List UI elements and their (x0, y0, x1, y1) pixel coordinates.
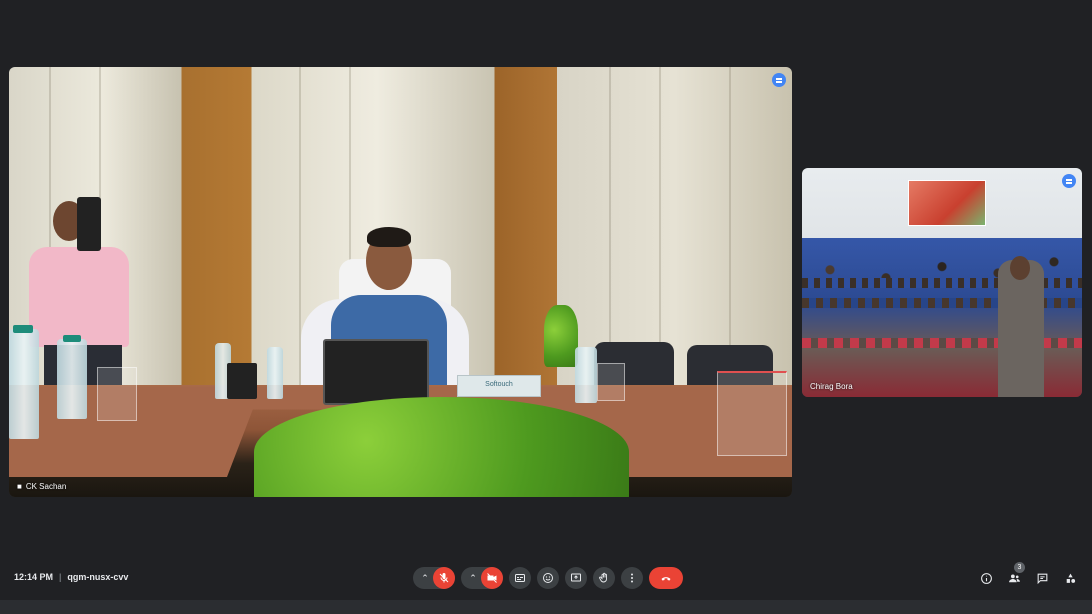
call-end-icon[interactable] (649, 567, 683, 589)
chevron-up-icon[interactable]: ⌃ (417, 567, 433, 589)
main-video-tile[interactable]: Softouch ■ CK Sachan (9, 67, 792, 497)
camera (77, 197, 101, 251)
participant-name-tag: ■ CK Sachan (17, 482, 66, 491)
side-video-tile[interactable]: Chirag Bora (802, 168, 1082, 397)
glass (717, 371, 787, 456)
participant-name-tag: Chirag Bora (810, 382, 853, 391)
standing-man (998, 260, 1044, 397)
more-vert-icon[interactable] (621, 567, 643, 589)
taskbar-strip (0, 600, 1092, 614)
raise-hand-icon[interactable] (593, 567, 615, 589)
people-icon[interactable]: 3 (1006, 562, 1025, 586)
call-controls: ⌃ ⌃ (413, 567, 683, 589)
meeting-toolbar: 12:14 PM | qgm-nusx-cvv ⌃ ⌃ 3 (0, 560, 1092, 596)
separator: | (59, 572, 62, 582)
standing-man-head (1010, 256, 1030, 280)
more-options-icon[interactable] (1062, 174, 1076, 188)
info-icon[interactable] (978, 570, 994, 586)
small-plant (544, 305, 578, 367)
captions-icon[interactable] (509, 567, 531, 589)
participant-name: CK Sachan (25, 482, 67, 491)
chevron-up-icon[interactable]: ⌃ (465, 567, 481, 589)
mic-control-group: ⌃ (413, 567, 455, 589)
meeting-time: 12:14 PM (14, 572, 54, 582)
water-bottle (267, 347, 283, 399)
present-screen-icon[interactable] (565, 567, 587, 589)
chat-icon[interactable] (1034, 570, 1050, 586)
table-plant (254, 397, 629, 497)
meeting-code: qgm-nusx-cvv (67, 572, 129, 582)
glass (597, 363, 625, 401)
camera-off-icon[interactable] (481, 567, 503, 589)
glass (97, 367, 137, 421)
bottle-cap (13, 325, 33, 333)
participant-name: Chirag Bora (810, 382, 853, 391)
photographer-body (29, 247, 129, 347)
emoji-icon[interactable] (537, 567, 559, 589)
bottle-cap (63, 335, 81, 342)
tissue-box: Softouch (457, 375, 541, 397)
water-bottle (57, 339, 87, 419)
mic-off-icon[interactable] (433, 567, 455, 589)
participant-count-badge: 3 (1014, 562, 1025, 573)
water-bottle (9, 329, 39, 439)
camera-control-group: ⌃ (461, 567, 503, 589)
side-panel-controls: 3 (978, 562, 1078, 586)
activities-icon[interactable] (1062, 570, 1078, 586)
more-options-icon[interactable] (772, 73, 786, 87)
person-hair (367, 227, 411, 247)
water-bottle (575, 347, 597, 403)
pen-stand (227, 363, 257, 399)
person-icon: ■ (17, 482, 22, 491)
meeting-info: 12:14 PM | qgm-nusx-cvv (14, 572, 128, 582)
stage-banner (908, 180, 986, 226)
laptop (323, 339, 429, 405)
